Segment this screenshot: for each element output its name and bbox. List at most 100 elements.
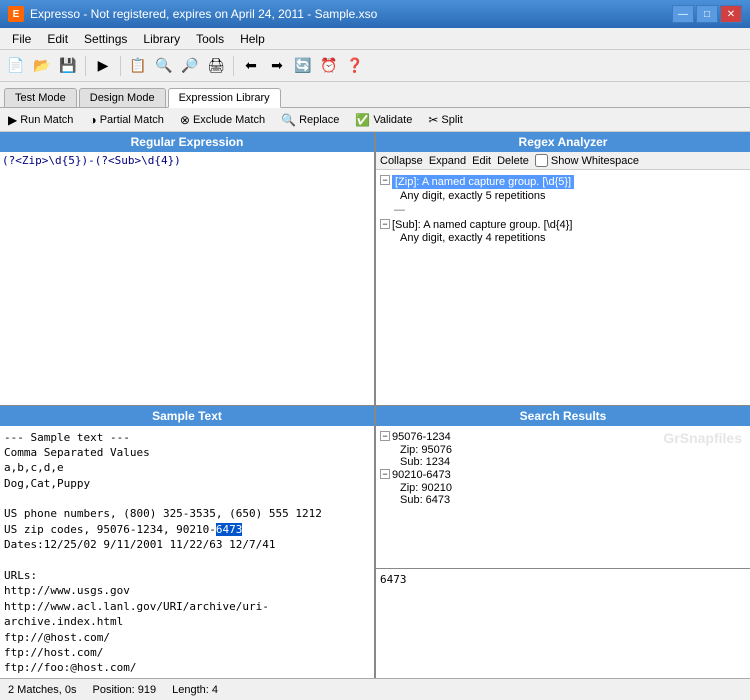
analyzer-panel: Regex Analyzer Collapse Expand Edit Dele…	[376, 132, 750, 405]
tree-node-dash: —	[380, 202, 746, 218]
replace-button[interactable]: 🔍 Replace	[277, 112, 343, 128]
replace-icon: 🔍	[281, 113, 296, 127]
content-area: Regular Expression (?<Zip>\d{5})-(?<Sub>…	[0, 132, 750, 678]
back-button[interactable]: ⬅	[239, 54, 263, 78]
results-panel-header: Search Results	[376, 406, 750, 426]
tab-design-mode[interactable]: Design Mode	[79, 88, 166, 107]
result-1-label: 95076-1234	[392, 431, 451, 443]
partial-match-icon: ◑	[89, 113, 96, 127]
analyzer-toolbar: Collapse Expand Edit Delete Show Whitesp…	[376, 152, 750, 170]
results-container: GrSnapfiles − 95076-1234 Zip: 95076 Sub:…	[380, 430, 746, 506]
partial-match-button[interactable]: ◑ Partial Match	[85, 112, 167, 128]
highlight-6473: 6473	[216, 523, 243, 536]
results-area: GrSnapfiles − 95076-1234 Zip: 95076 Sub:…	[376, 426, 750, 569]
zoom-button[interactable]: 🔎	[178, 54, 202, 78]
sample-line-13: ftp://@host.com/	[4, 630, 370, 645]
result-1-sub: Sub: 1234	[400, 456, 746, 468]
sample-line-1: --- Sample text ---	[4, 430, 370, 445]
zip-node-label[interactable]: [Zip]: A named capture group. [\d{5}]	[392, 175, 574, 189]
sample-line-10: URLs:	[4, 568, 370, 583]
sample-line-14: ftp://host.com/	[4, 645, 370, 660]
show-whitespace-checkbox[interactable]	[535, 154, 548, 167]
result-1-expand-icon[interactable]: −	[380, 431, 390, 441]
sample-panel: Sample Text --- Sample text --- Comma Se…	[0, 406, 374, 679]
validate-label: Validate	[373, 114, 412, 126]
help-button[interactable]: ❓	[343, 54, 367, 78]
zip-expand-icon[interactable]: −	[380, 175, 390, 185]
left-column: Regular Expression (?<Zip>\d{5})-(?<Sub>…	[0, 132, 375, 678]
regex-panel: Regular Expression (?<Zip>\d{5})-(?<Sub>…	[0, 132, 374, 405]
status-length: Length: 4	[172, 684, 218, 696]
refresh-button[interactable]: 🔄	[291, 54, 315, 78]
window-controls: — □ ✕	[672, 5, 742, 23]
run-button[interactable]: ▶	[91, 54, 115, 78]
result-2-node[interactable]: − 90210-6473	[380, 468, 746, 482]
regex-panel-header: Regular Expression	[0, 132, 374, 152]
sample-line-5	[4, 491, 370, 506]
expand-btn[interactable]: Expand	[429, 155, 466, 167]
minimize-button[interactable]: —	[672, 5, 694, 23]
result-1-children: Zip: 95076 Sub: 1234	[400, 444, 746, 468]
copy-button[interactable]: 📋	[126, 54, 150, 78]
sep1	[85, 56, 86, 76]
status-bar: 2 Matches, 0s Position: 919 Length: 4	[0, 678, 750, 700]
forward-button[interactable]: ➡	[265, 54, 289, 78]
exclude-match-button[interactable]: ⊗ Exclude Match	[176, 112, 269, 128]
tab-test-mode[interactable]: Test Mode	[4, 88, 77, 107]
tab-bar: Test Mode Design Mode Expression Library	[0, 82, 750, 108]
split-icon: ✂	[428, 113, 438, 127]
sample-line-12: http://www.acl.lanl.gov/URI/archive/uri-…	[4, 599, 370, 630]
run-match-icon: ▶	[8, 113, 17, 127]
regex-input[interactable]: (?<Zip>\d{5})-(?<Sub>\d{4})	[0, 152, 374, 405]
timer-button[interactable]: ⏰	[317, 54, 341, 78]
open-button[interactable]: 📂	[30, 54, 54, 78]
maximize-button[interactable]: □	[696, 5, 718, 23]
sub-expand-icon[interactable]: −	[380, 219, 390, 229]
sep3	[233, 56, 234, 76]
edit-btn[interactable]: Edit	[472, 155, 491, 167]
close-button[interactable]: ✕	[720, 5, 742, 23]
tree-node-sub: − [Sub]: A named capture group. [\d{4}]	[380, 218, 746, 232]
menu-tools[interactable]: Tools	[188, 30, 232, 48]
results-panel: Search Results GrSnapfiles − 95076-1234 …	[376, 406, 750, 679]
tab-expression-library[interactable]: Expression Library	[168, 88, 281, 108]
menu-file[interactable]: File	[4, 30, 39, 48]
sample-line-8: Dates:12/25/02 9/11/2001 11/22/63 12/7/4…	[4, 537, 370, 552]
save-button[interactable]: 💾	[56, 54, 80, 78]
sample-line-9	[4, 553, 370, 568]
zip-children: Any digit, exactly 5 repetitions	[400, 190, 746, 202]
sub-children: Any digit, exactly 4 repetitions	[400, 232, 746, 244]
print-button[interactable]: 🖨	[204, 54, 228, 78]
delete-btn[interactable]: Delete	[497, 155, 529, 167]
sub-node-label[interactable]: [Sub]: A named capture group. [\d{4}]	[392, 219, 572, 231]
detail-value: 6473	[380, 573, 746, 586]
status-matches: 2 Matches, 0s	[8, 684, 76, 696]
split-button[interactable]: ✂ Split	[424, 112, 466, 128]
validate-icon: ✅	[355, 113, 370, 127]
run-match-button[interactable]: ▶ Run Match	[4, 112, 77, 128]
app-icon: E	[8, 6, 24, 22]
menu-settings[interactable]: Settings	[76, 30, 135, 48]
result-2-children: Zip: 90210 Sub: 6473	[400, 482, 746, 506]
search-button[interactable]: 🔍	[152, 54, 176, 78]
exclude-match-label: Exclude Match	[193, 114, 265, 126]
menu-help[interactable]: Help	[232, 30, 273, 48]
replace-label: Replace	[299, 114, 339, 126]
menu-edit[interactable]: Edit	[39, 30, 76, 48]
menu-bar: File Edit Settings Library Tools Help	[0, 28, 750, 50]
result-2-expand-icon[interactable]: −	[380, 469, 390, 479]
menu-library[interactable]: Library	[135, 30, 188, 48]
collapse-btn[interactable]: Collapse	[380, 155, 423, 167]
sample-text-area[interactable]: --- Sample text --- Comma Separated Valu…	[0, 426, 374, 679]
exclude-match-icon: ⊗	[180, 113, 190, 127]
new-button[interactable]: 📄	[4, 54, 28, 78]
toolbar: 📄 📂 💾 ▶ 📋 🔍 🔎 🖨 ⬅ ➡ 🔄 ⏰ ❓	[0, 50, 750, 82]
show-whitespace-label[interactable]: Show Whitespace	[535, 154, 639, 167]
right-column: Regex Analyzer Collapse Expand Edit Dele…	[376, 132, 750, 678]
sample-line-3: a,b,c,d,e	[4, 460, 370, 475]
sample-line-4: Dog,Cat,Puppy	[4, 476, 370, 491]
validate-button[interactable]: ✅ Validate	[351, 112, 416, 128]
sample-line-2: Comma Separated Values	[4, 445, 370, 460]
result-2-label: 90210-6473	[392, 469, 451, 481]
action-bar: ▶ Run Match ◑ Partial Match ⊗ Exclude Ma…	[0, 108, 750, 132]
